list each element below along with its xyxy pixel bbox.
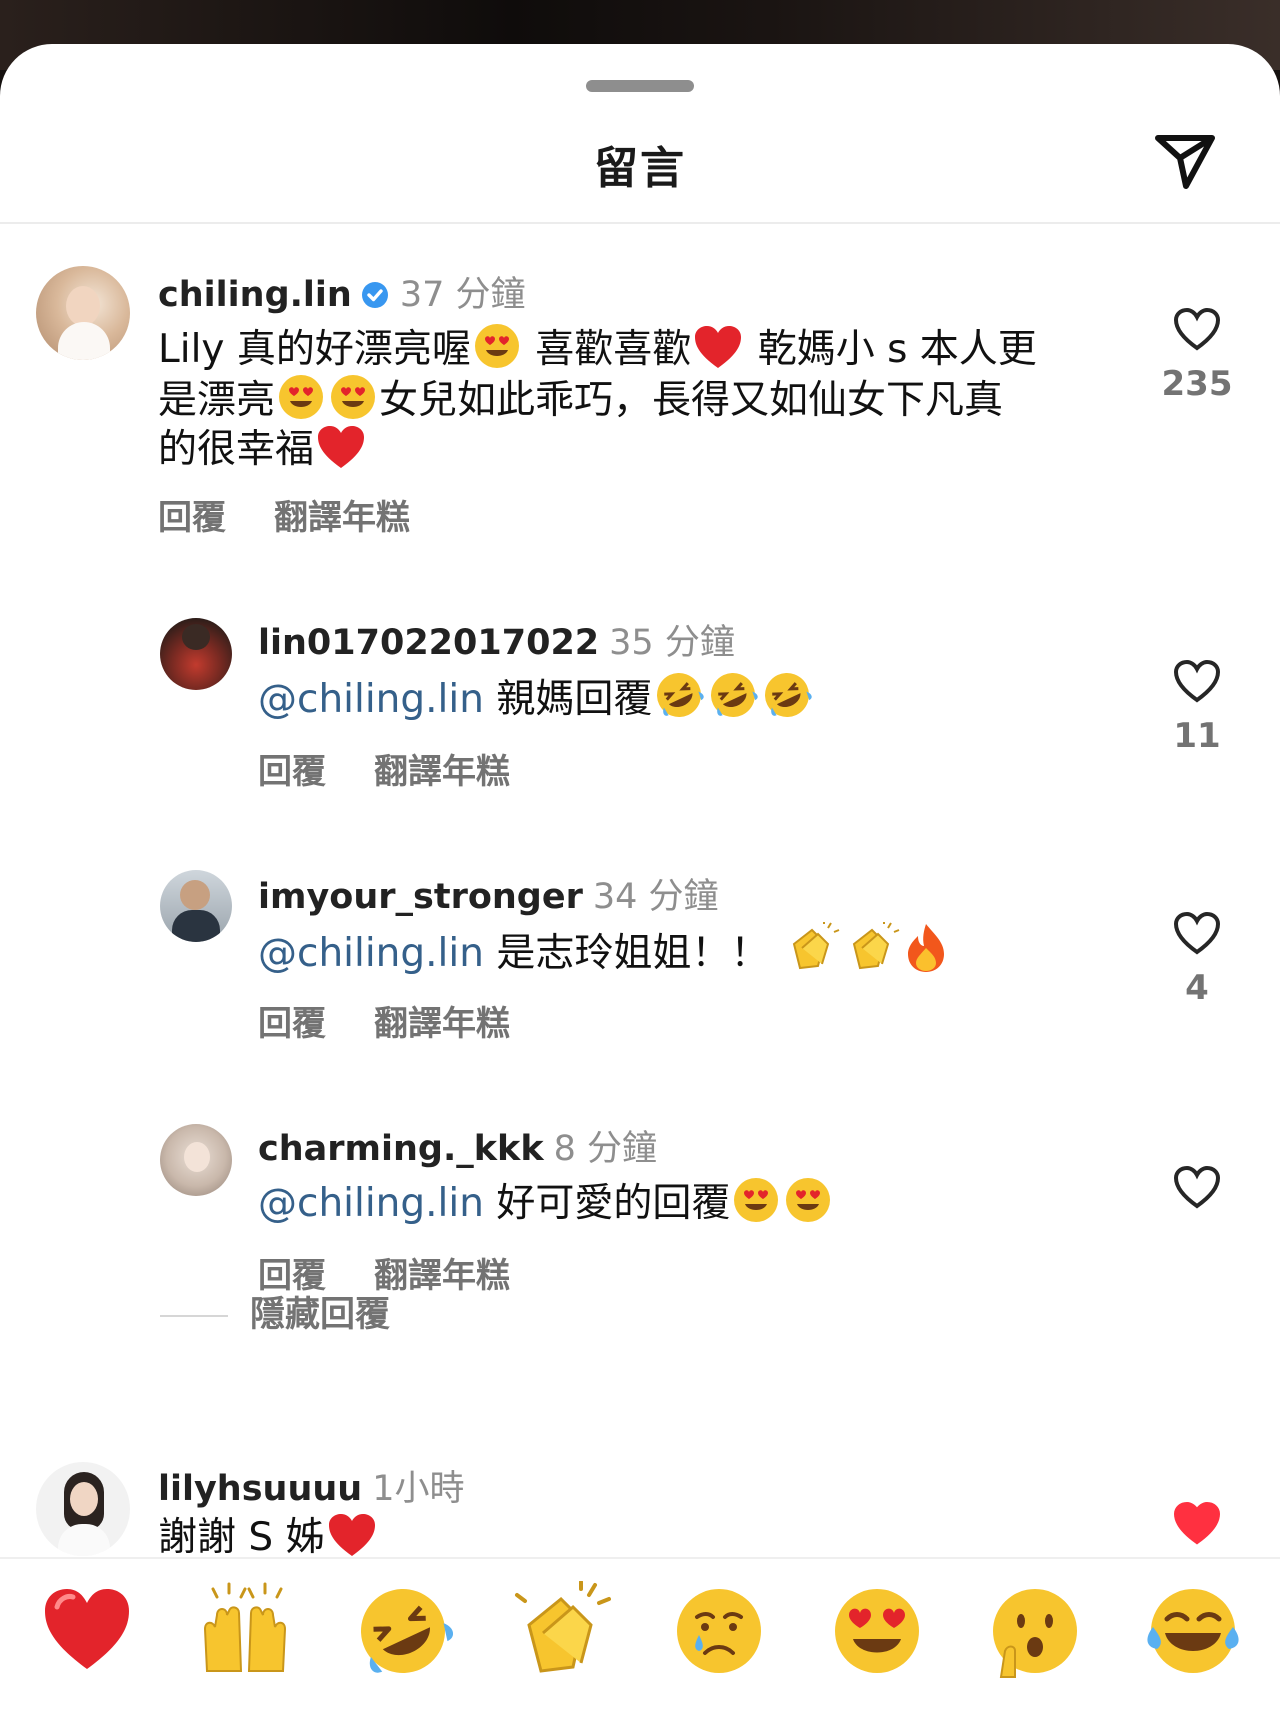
heart-eyes-icon[interactable]: [827, 1581, 927, 1681]
comment-meta: imyour_stronger 34 分鐘: [258, 868, 719, 919]
emoji-quick-bar: [0, 1557, 1280, 1709]
heart-outline-icon[interactable]: [1172, 658, 1222, 704]
comment-time: 34 分鐘: [592, 877, 719, 917]
avatar[interactable]: [36, 266, 130, 360]
heart-eyes-emoji-icon: [331, 375, 376, 419]
rolling-laughing-emoji-icon: [711, 673, 759, 717]
comment-actions: 回覆 翻譯年糕: [158, 490, 458, 539]
hide-replies-button[interactable]: 隱藏回覆: [160, 1286, 390, 1337]
crying-face-icon[interactable]: [669, 1581, 769, 1681]
hide-replies-label: 隱藏回覆: [250, 1295, 391, 1335]
comment-meta: charming._kkk 8 分鐘: [258, 1120, 657, 1171]
username[interactable]: lin017022017022: [258, 623, 599, 663]
like-count: 235: [1161, 364, 1233, 404]
comment-time: 1小時: [372, 1469, 465, 1509]
username[interactable]: charming._kkk: [258, 1129, 544, 1169]
thread-line: [160, 1315, 228, 1317]
mention-link[interactable]: @chiling.lin: [258, 931, 484, 976]
like-control: 11: [1142, 658, 1252, 756]
translate-button[interactable]: 翻譯年糕: [274, 498, 410, 538]
like-count: 11: [1173, 716, 1221, 756]
like-control: 235: [1142, 306, 1252, 404]
comment-meta: chiling.lin 37 分鐘: [158, 266, 526, 317]
avatar[interactable]: [36, 1462, 130, 1556]
mention-link[interactable]: @chiling.lin: [258, 677, 484, 722]
raising-hands-icon[interactable]: [195, 1581, 295, 1681]
translate-button[interactable]: 翻譯年糕: [374, 1004, 510, 1044]
rolling-laughing-icon[interactable]: [353, 1581, 453, 1681]
tears-of-joy-icon[interactable]: [1143, 1581, 1243, 1681]
like-control: [1142, 1500, 1252, 1546]
red-heart-emoji-icon: [328, 1514, 375, 1556]
heart-outline-icon[interactable]: [1172, 1164, 1222, 1210]
heart-eyes-emoji-icon: [786, 1178, 831, 1222]
heart-eyes-emoji-icon: [279, 375, 324, 419]
heart-eyes-emoji-icon: [474, 324, 519, 368]
comment-text: @chiling.lin 好可愛的回覆: [258, 1176, 1098, 1227]
share-send-icon[interactable]: [1150, 124, 1220, 194]
heart-eyes-emoji-icon: [734, 1178, 779, 1222]
avatar[interactable]: [160, 1124, 232, 1196]
comment-actions: 回覆 翻譯年糕: [258, 744, 558, 793]
heart-outline-icon[interactable]: [1172, 306, 1222, 352]
comment-text: 謝謝 S 姊: [158, 1512, 998, 1561]
like-control: [1142, 1164, 1252, 1210]
username[interactable]: chiling.lin: [158, 275, 352, 315]
comment-text: @chiling.lin 親媽回覆: [258, 670, 1098, 723]
heart-outline-icon[interactable]: [1172, 910, 1222, 956]
username[interactable]: lilyhsuuuu: [158, 1469, 362, 1509]
red-heart-emoji-icon: [318, 426, 365, 468]
heart-filled-icon[interactable]: [1172, 1500, 1222, 1546]
rolling-laughing-emoji-icon: [657, 673, 705, 717]
comment-text: Lily 真的好漂亮喔 喜歡喜歡 乾媽小 s 本人更 是漂亮 女兒如此乖巧，長得又…: [158, 322, 1098, 473]
header-divider: [0, 222, 1280, 224]
red-heart-icon[interactable]: [37, 1581, 137, 1681]
verified-badge-icon: [361, 282, 388, 308]
comment-text: @chiling.lin 是志玲姐姐！！: [258, 922, 1098, 977]
username[interactable]: imyour_stronger: [258, 877, 583, 917]
comment-actions: 回覆 翻譯年糕: [258, 996, 558, 1045]
avatar[interactable]: [160, 618, 232, 690]
reply-button[interactable]: 回覆: [258, 1004, 326, 1044]
clapping-hands-emoji-icon: [852, 922, 900, 970]
like-control: 4: [1142, 910, 1252, 1008]
rolling-laughing-emoji-icon: [765, 673, 813, 717]
fire-emoji-icon: [907, 924, 944, 972]
avatar[interactable]: [160, 870, 232, 942]
like-count: 4: [1185, 968, 1209, 1008]
clapping-hands-icon[interactable]: [511, 1581, 611, 1681]
translate-button[interactable]: 翻譯年糕: [374, 752, 510, 792]
red-heart-emoji-icon: [695, 326, 742, 368]
comment-time: 35 分鐘: [609, 623, 735, 663]
clapping-hands-emoji-icon: [792, 922, 840, 970]
reply-button[interactable]: 回覆: [258, 752, 326, 792]
comment-time: 37 分鐘: [399, 275, 526, 315]
comment-meta: lin017022017022 35 分鐘: [258, 614, 735, 665]
translate-button[interactable]: 翻譯年糕: [374, 1256, 510, 1296]
reply-button[interactable]: 回覆: [158, 498, 226, 538]
comment-time: 8 分鐘: [553, 1129, 658, 1169]
comment-meta: lilyhsuuuu 1小時: [158, 1460, 465, 1511]
mention-link[interactable]: @chiling.lin: [258, 1181, 484, 1226]
sheet-title: 留言: [594, 143, 686, 194]
drag-handle[interactable]: [586, 80, 694, 92]
surprised-face-icon[interactable]: [985, 1581, 1085, 1681]
